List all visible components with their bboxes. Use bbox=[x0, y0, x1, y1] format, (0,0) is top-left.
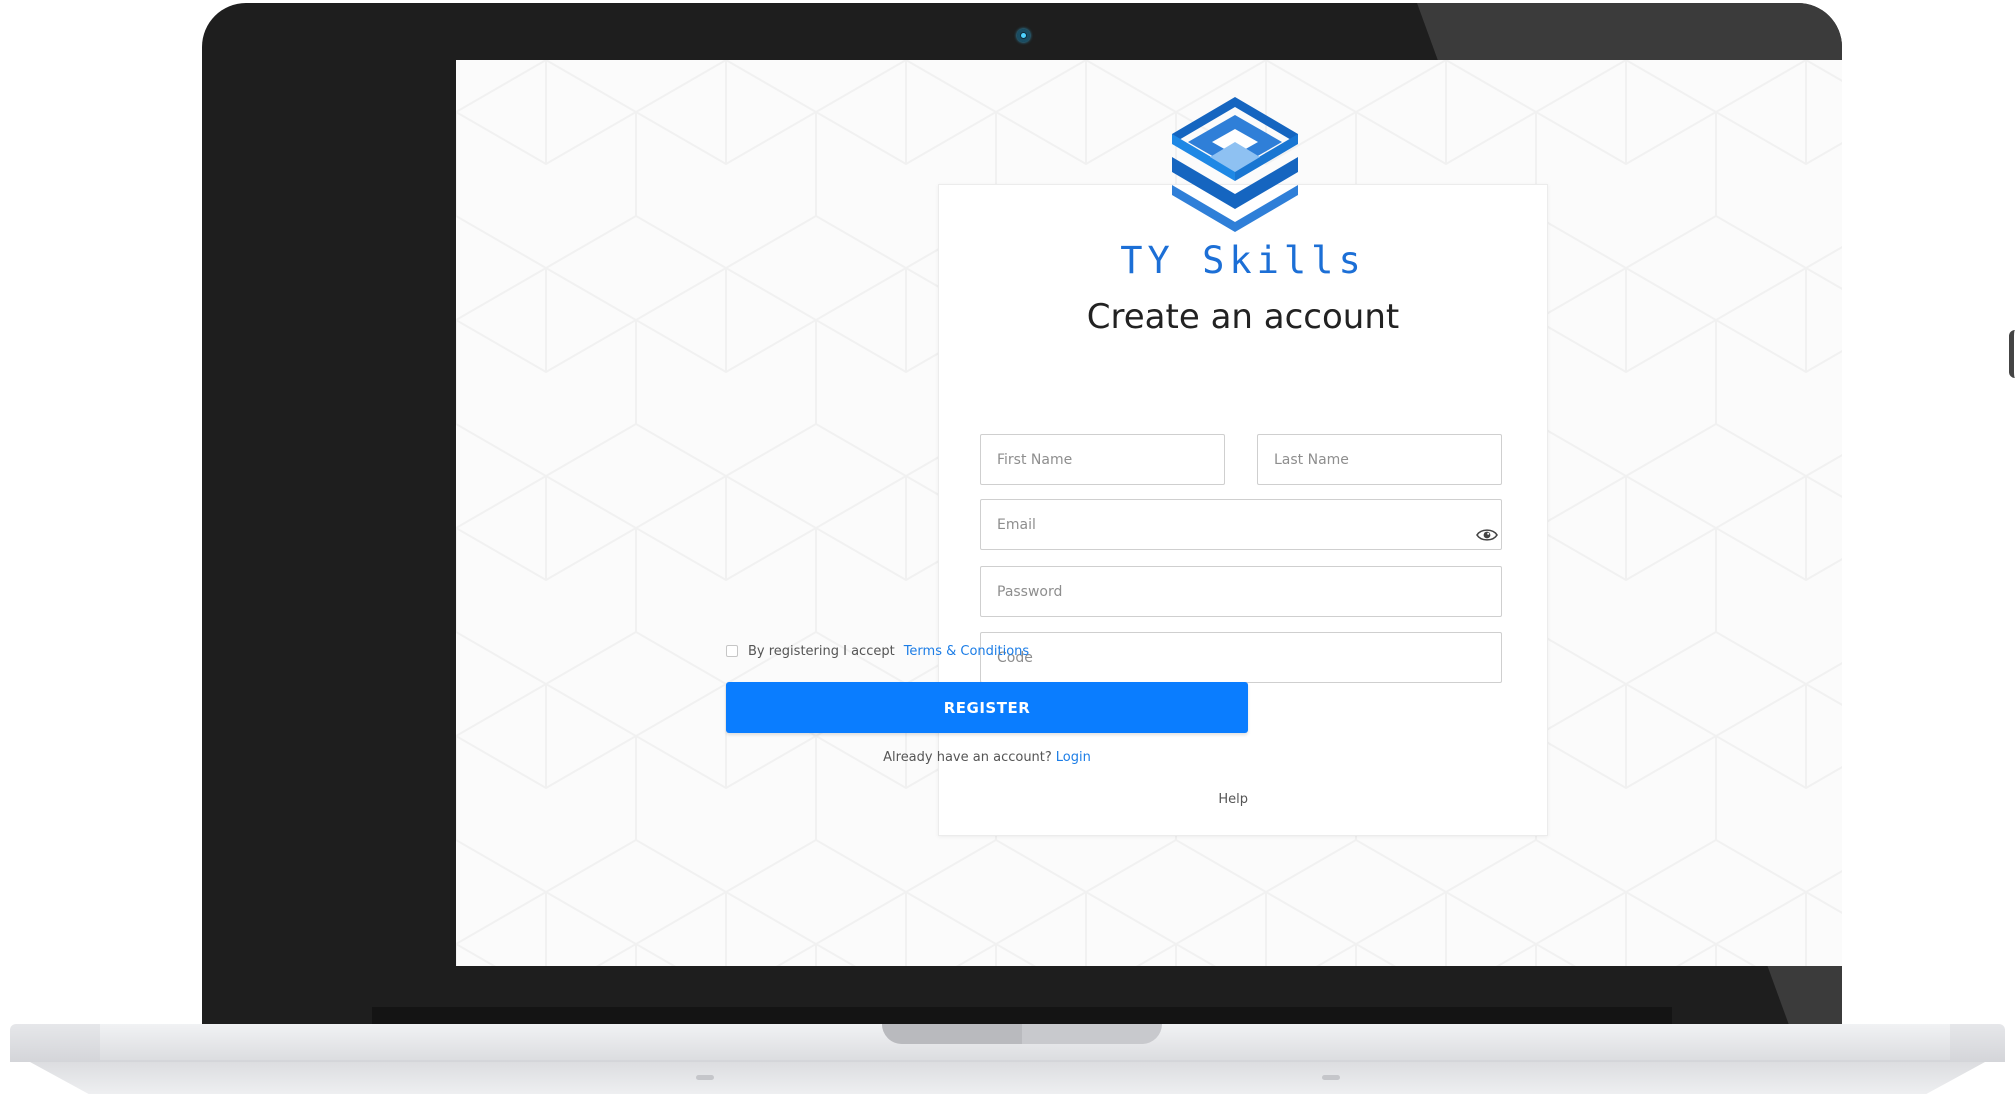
laptop-opening-notch-shade bbox=[882, 1024, 1022, 1044]
lid-hinge bbox=[372, 1007, 1672, 1025]
code-input[interactable] bbox=[980, 632, 1502, 683]
login-prompt: Already have an account? bbox=[883, 750, 1052, 765]
laptop-base-front bbox=[30, 1062, 1985, 1094]
laptop-lid: TY Skills Create an account bbox=[202, 3, 1842, 1025]
laptop-foot-right bbox=[1322, 1075, 1340, 1080]
stacked-hexagon-logo bbox=[1172, 97, 1298, 232]
first-name-input[interactable] bbox=[980, 434, 1225, 485]
cropped-edge-glyph bbox=[2009, 330, 2015, 378]
page-title: Create an account bbox=[1086, 297, 1400, 337]
eye-icon[interactable] bbox=[1476, 527, 1498, 543]
webcam-icon bbox=[1017, 29, 1030, 42]
email-input[interactable] bbox=[980, 499, 1502, 550]
laptop-mockup: TY Skills Create an account By registeri… bbox=[0, 0, 2015, 1097]
register-button[interactable]: REGISTER bbox=[726, 682, 1248, 733]
laptop-foot-left bbox=[696, 1075, 714, 1080]
login-link[interactable]: Login bbox=[1056, 750, 1091, 765]
terms-checkbox[interactable] bbox=[726, 645, 738, 657]
password-input[interactable] bbox=[980, 566, 1502, 617]
laptop-screen: TY Skills Create an account bbox=[456, 60, 1842, 966]
last-name-input[interactable] bbox=[1257, 434, 1502, 485]
help-link[interactable]: Help bbox=[1168, 792, 1248, 807]
brand-name: TY Skills bbox=[1120, 239, 1366, 282]
terms-row: By registering I accept Terms & Conditio… bbox=[726, 642, 1029, 660]
terms-label: By registering I accept bbox=[748, 643, 895, 659]
login-prompt-row: Already have an account? Login bbox=[726, 750, 1248, 765]
terms-link[interactable]: Terms & Conditions bbox=[904, 644, 1030, 659]
